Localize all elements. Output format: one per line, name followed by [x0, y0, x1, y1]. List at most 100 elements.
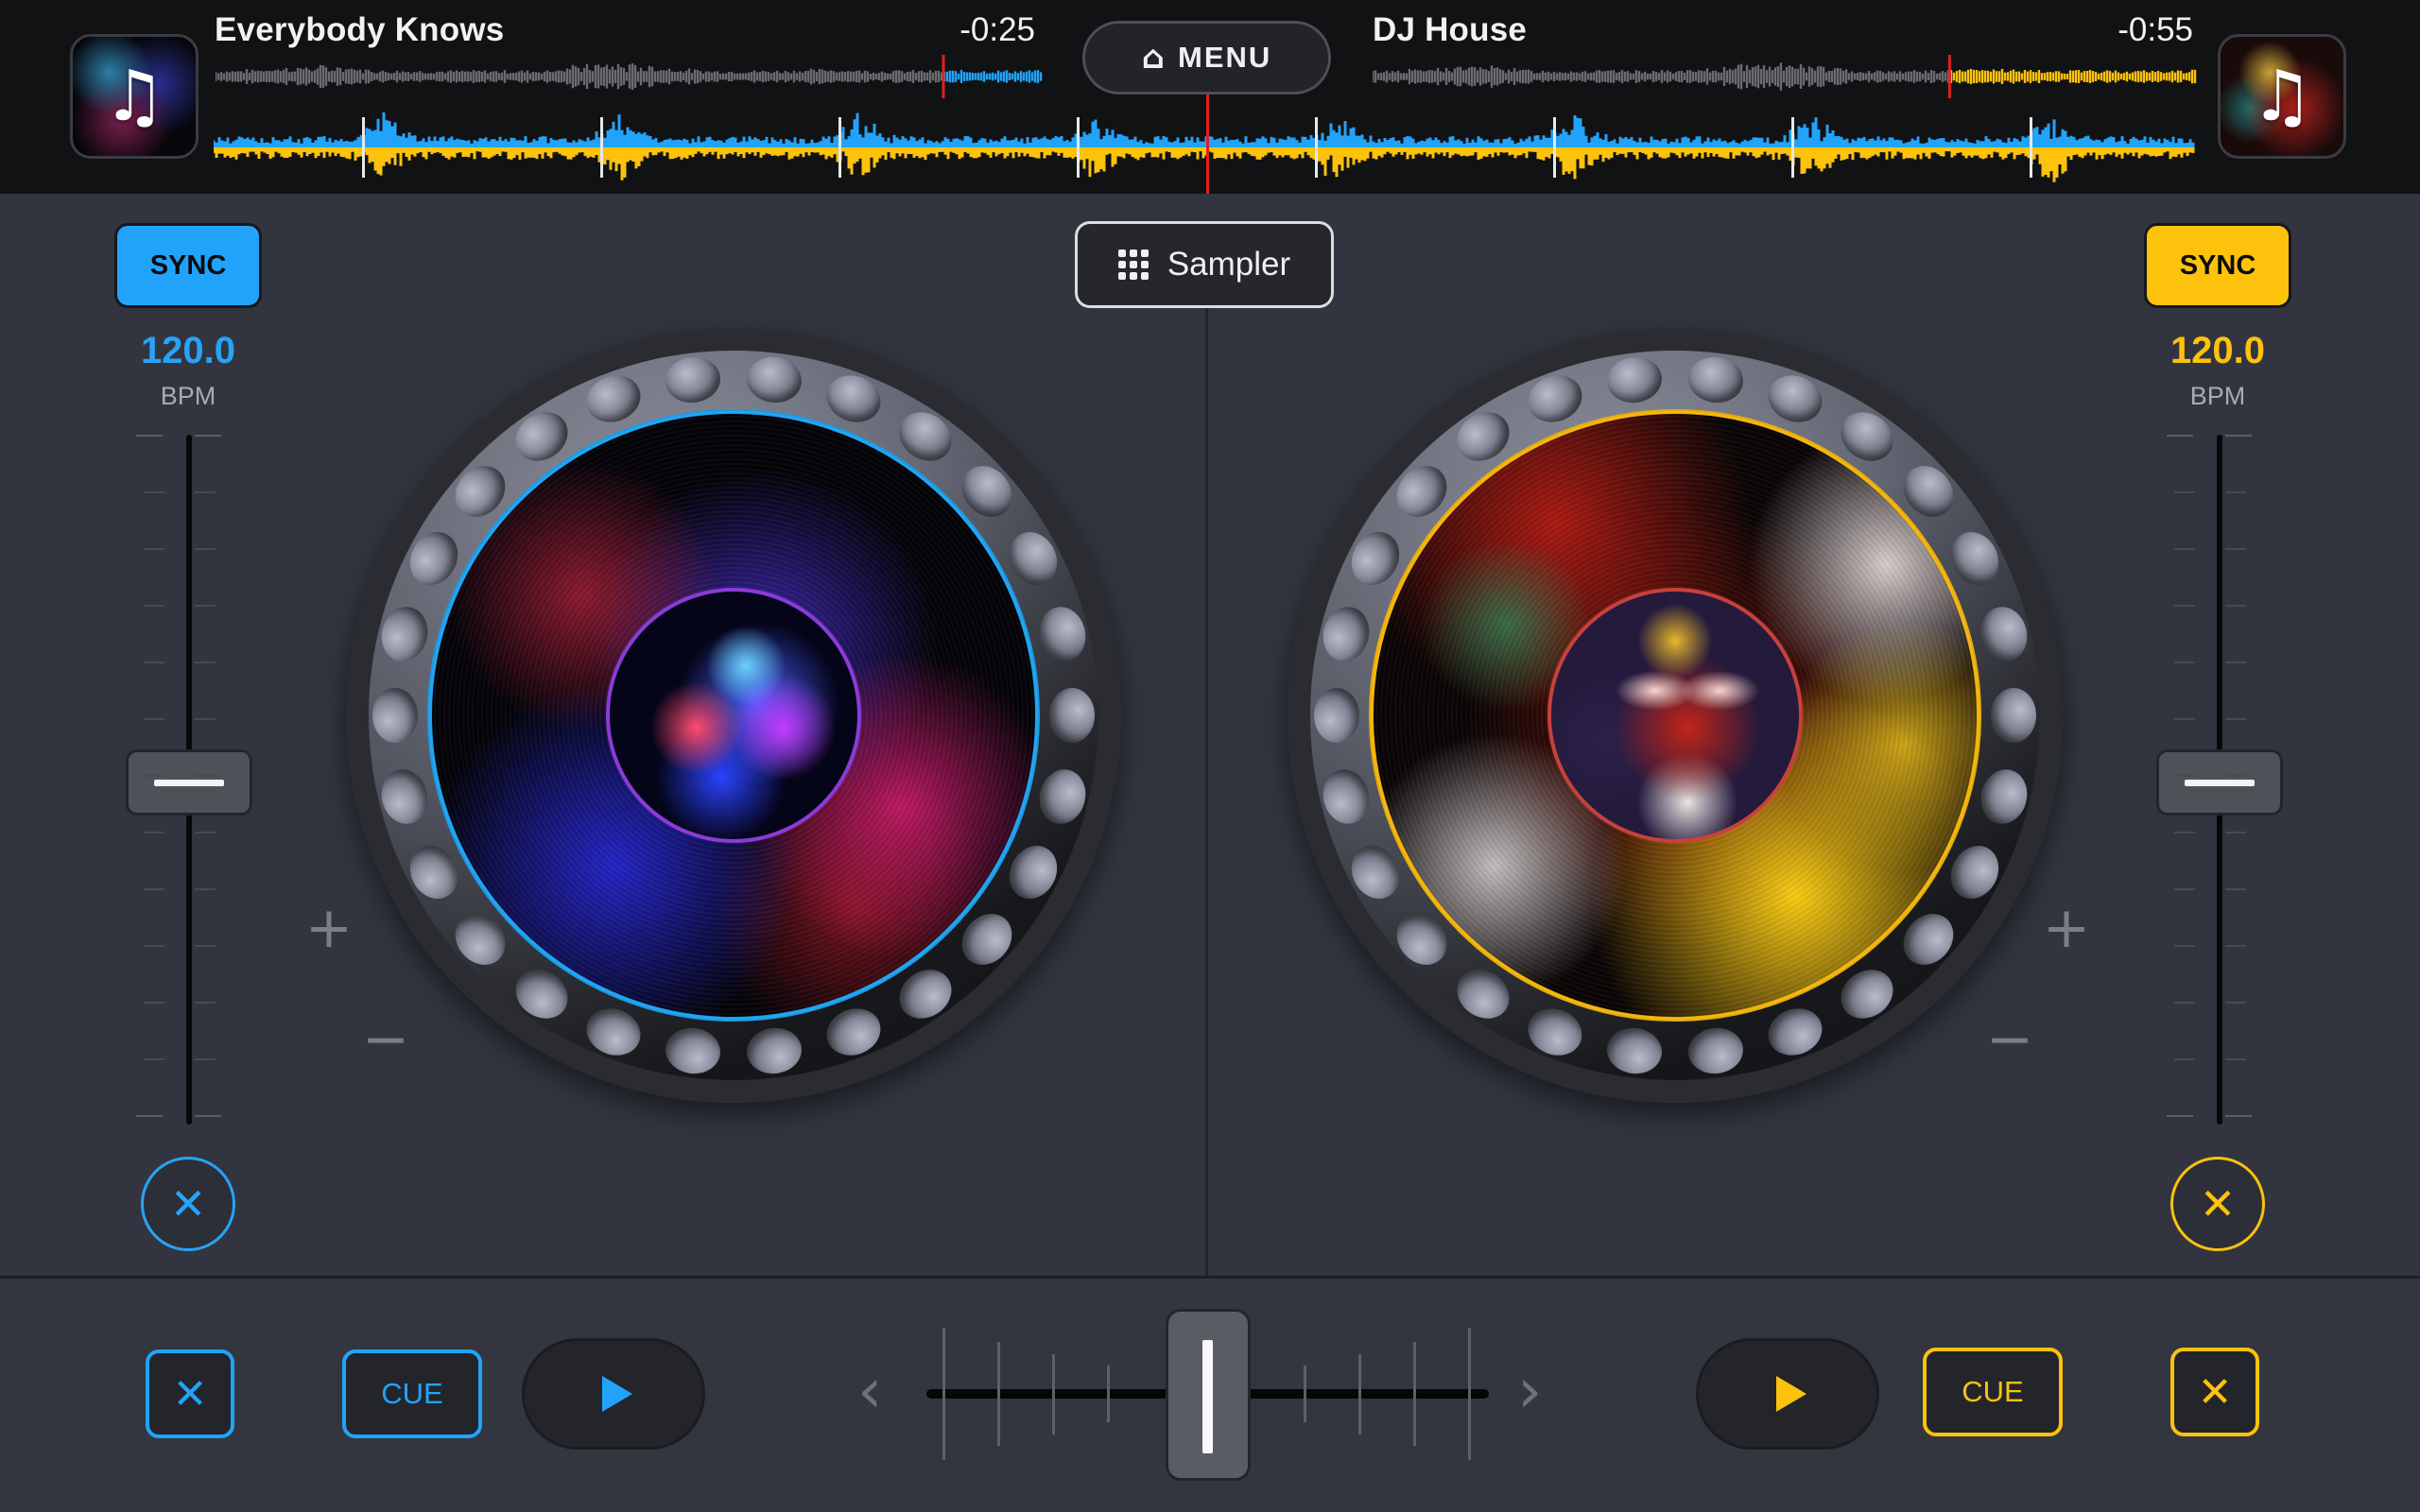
home-icon: ⌂: [1141, 39, 1167, 77]
deck-divider: [1205, 307, 1208, 1276]
crossfader-handle[interactable]: [1165, 1309, 1251, 1481]
pitch-slider-tick: [195, 718, 216, 720]
sampler-button[interactable]: Sampler: [1075, 221, 1334, 308]
crossfader-left-arrow[interactable]: ‹: [857, 1353, 882, 1429]
sampler-label: Sampler: [1167, 246, 1291, 283]
deck-b-play-button[interactable]: [1696, 1338, 1879, 1450]
pitch-slider-tick: [2174, 945, 2195, 947]
pitch-slider-tick: [2225, 775, 2246, 777]
crossfader-right-arrow[interactable]: ›: [1517, 1353, 1542, 1429]
deck-b-bpm-value: 120.0: [2169, 330, 2266, 371]
deck-b-eject-button[interactable]: ✕: [2170, 1157, 2265, 1251]
close-icon: ✕: [172, 1369, 208, 1418]
deck-b-overview-waveform[interactable]: [1373, 55, 2197, 98]
jog-wheel-grip: [372, 688, 418, 743]
deck-a-time-remaining: -0:25: [959, 11, 1035, 48]
pitch-slider-tick: [195, 548, 216, 550]
deck-b-bpm-label: BPM: [2189, 382, 2246, 410]
pitch-slider-tick: [195, 775, 216, 777]
pitch-slider-tick: [144, 775, 164, 777]
pitch-slider-tick: [2225, 1058, 2246, 1060]
pitch-slider-tick: [2174, 775, 2195, 777]
deck-a-overview-waveform[interactable]: [216, 55, 1043, 98]
deck-a-sync-button[interactable]: SYNC: [114, 223, 262, 308]
jog-wheel-grip: [1049, 688, 1095, 743]
pitch-slider-tick: [2167, 1115, 2193, 1117]
pitch-slider-tick: [2174, 1002, 2195, 1004]
pitch-slider-tick: [195, 605, 216, 607]
crossfader-tick: [997, 1342, 1000, 1446]
playback-position-marker: [1947, 55, 1951, 98]
close-icon: ✕: [2199, 1178, 2237, 1229]
pitch-slider-tick: [144, 1058, 164, 1060]
pitch-slider-tick: [2225, 945, 2246, 947]
deck-a-cue-button[interactable]: CUE: [342, 1349, 482, 1438]
pitch-slider-tick: [2225, 1115, 2252, 1117]
beat-marker: [362, 117, 365, 178]
beat-marker: [1315, 117, 1318, 178]
pitch-slider-tick: [195, 662, 216, 663]
deck-a-pitch-minus-button[interactable]: −: [348, 1011, 424, 1068]
beat-marker: [838, 117, 841, 178]
deck-b-track-title: DJ House: [1373, 11, 1528, 48]
music-note-icon: ♫: [2250, 56, 2314, 137]
pitch-slider-tick: [2225, 832, 2246, 833]
pitch-slider-tick: [2225, 548, 2246, 550]
pitch-slider-tick: [2225, 1002, 2246, 1004]
crossfader-tick: [942, 1328, 945, 1460]
pitch-slider-tick: [2174, 548, 2195, 550]
pitch-slider-tick: [144, 548, 164, 550]
deck-b-pitch-plus-button[interactable]: +: [2029, 900, 2104, 956]
menu-button[interactable]: ⌂ MENU: [1082, 21, 1331, 94]
pitch-slider-tick: [2225, 435, 2252, 437]
pitch-slider-tick: [2225, 605, 2246, 607]
pitch-slider-tick: [2174, 662, 2195, 663]
pitch-slider-tick: [144, 832, 164, 833]
beat-matched-waveform[interactable]: [214, 104, 2195, 194]
music-note-icon: ♫: [102, 56, 166, 137]
pitch-slider-tick: [144, 718, 164, 720]
deck-a-stop-button[interactable]: ✕: [146, 1349, 234, 1438]
pitch-slider-handle[interactable]: [2156, 749, 2283, 816]
crossfader-tick: [1107, 1366, 1110, 1422]
jog-wheel-grip: [1991, 688, 2036, 743]
play-icon: [1776, 1376, 1806, 1412]
pitch-slider-tick: [195, 1115, 221, 1117]
pitch-slider-tick: [195, 491, 216, 493]
pitch-slider-tick: [136, 1115, 163, 1117]
crossfader-tick: [1413, 1342, 1416, 1446]
deck-a-jog-wheel[interactable]: [346, 328, 1121, 1103]
deck-a-track-title: Everybody Knows: [215, 11, 505, 48]
deck-a-play-button[interactable]: [522, 1338, 705, 1450]
beat-marker: [1077, 117, 1080, 178]
deck-b-sync-button[interactable]: SYNC: [2144, 223, 2291, 308]
deck-b-pitch-slider[interactable]: [2153, 435, 2286, 1125]
pitch-slider-tick: [195, 945, 216, 947]
crossfader-tick: [1304, 1366, 1306, 1422]
deck-b-jog-wheel[interactable]: [1288, 328, 2063, 1103]
grid-icon: [1117, 249, 1149, 280]
deck-a-bpm-value: 120.0: [140, 330, 236, 371]
deck-a-center-label-artwork: [606, 588, 861, 843]
close-icon: ✕: [169, 1178, 207, 1229]
crossfader[interactable]: ‹ ›: [851, 1304, 1569, 1484]
deck-a-eject-button[interactable]: ✕: [141, 1157, 235, 1251]
beat-marker: [2030, 117, 2032, 178]
pitch-slider-tick: [195, 1058, 216, 1060]
pitch-slider-tick: [144, 605, 164, 607]
deck-b-stop-button[interactable]: ✕: [2170, 1348, 2259, 1436]
deck-b-cue-button[interactable]: CUE: [1923, 1348, 2063, 1436]
deck-b-pitch-minus-button[interactable]: −: [1972, 1011, 2048, 1068]
pitch-slider-tick: [195, 435, 221, 437]
playback-position-marker: [942, 55, 945, 98]
pitch-slider-tick: [2225, 718, 2246, 720]
pitch-slider-handle[interactable]: [126, 749, 252, 816]
deck-a-pitch-plus-button[interactable]: +: [291, 900, 367, 956]
deck-a-artwork[interactable]: ♫: [70, 34, 199, 159]
pitch-slider-tick: [2174, 832, 2195, 833]
deck-b-artwork[interactable]: ♫: [2218, 34, 2346, 159]
pitch-slider-tick: [2174, 491, 2195, 493]
deck-a-pitch-slider[interactable]: [123, 435, 255, 1125]
beat-marker: [600, 117, 603, 178]
pitch-slider-tick: [144, 662, 164, 663]
